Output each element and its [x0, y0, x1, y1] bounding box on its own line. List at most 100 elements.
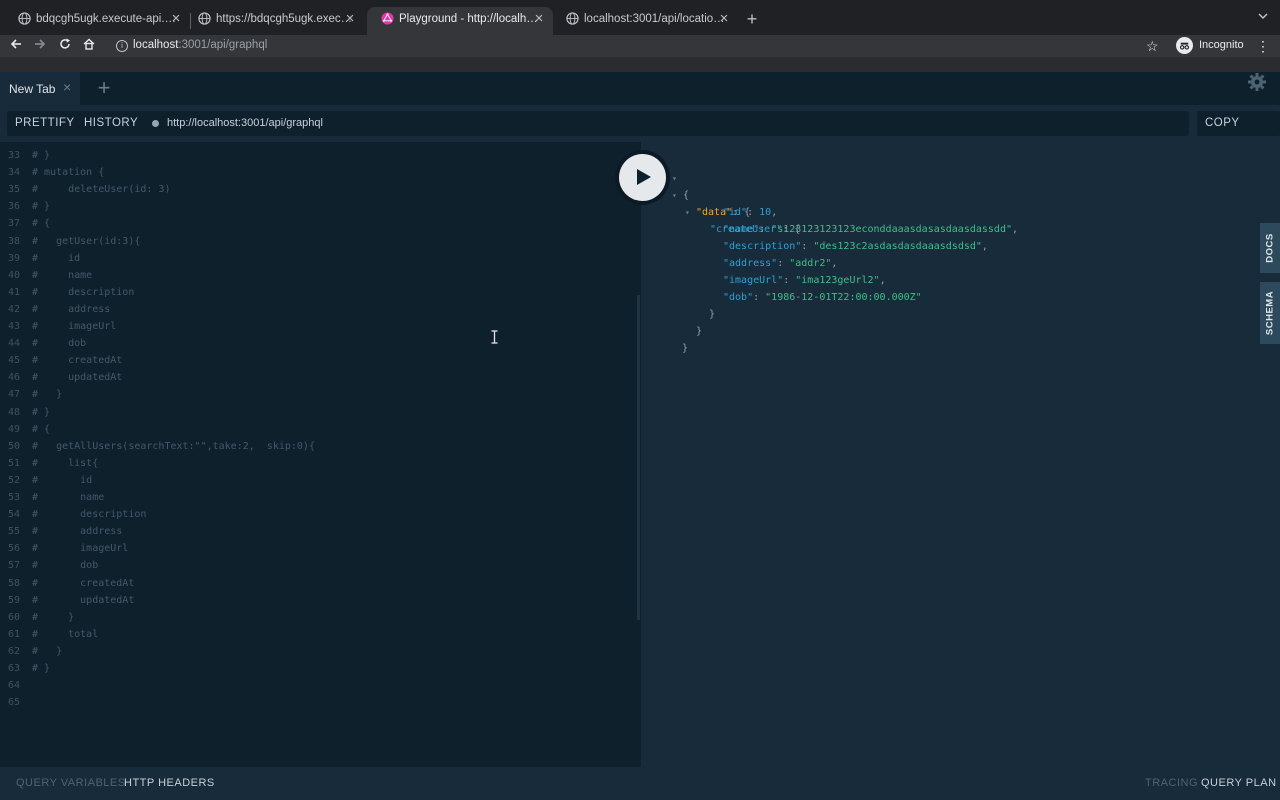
- site-info-icon[interactable]: i: [116, 40, 128, 52]
- tab-close-icon[interactable]: ×: [168, 7, 184, 31]
- browser-tab[interactable]: bdqcgh5ugk.execute-api.us-e ×: [4, 7, 190, 35]
- bookmark-star-icon[interactable]: ☆: [1146, 35, 1159, 57]
- line-number: 35: [7, 184, 20, 196]
- query-editor[interactable]: 33 # } 34 # mutation { 35 # deleteUser(id: 3)…: [0, 142, 641, 767]
- editor-line[interactable]: 53 # name: [0, 489, 104, 506]
- editor-line[interactable]: 41 # description: [0, 284, 134, 301]
- tab-close-icon[interactable]: ×: [716, 7, 732, 31]
- json-brace: }: [696, 326, 703, 337]
- line-number: 45: [7, 355, 20, 367]
- add-playground-tab-button[interactable]: +: [92, 76, 116, 100]
- line-number: 60: [7, 611, 20, 623]
- editor-line[interactable]: 64: [0, 677, 32, 694]
- editor-line-text: # name: [32, 492, 105, 503]
- editor-line[interactable]: 44 # dob: [0, 335, 86, 352]
- editor-line[interactable]: 50 # getAllUsers(searchText:"",take:2, sk…: [0, 438, 315, 455]
- editor-line[interactable]: 42 # address: [0, 301, 110, 318]
- home-icon[interactable]: [78, 35, 100, 57]
- editor-line[interactable]: 55 # address: [0, 523, 122, 540]
- editor-line[interactable]: 46 # updatedAt: [0, 369, 122, 386]
- graphql-icon: [380, 12, 394, 26]
- json-key: "imageUrl": [723, 275, 784, 286]
- json-value: "des123c2asdasdasdaaasdsdsd": [813, 241, 982, 252]
- playground-tab[interactable]: New Tab ×: [0, 72, 80, 105]
- json-value: 10: [759, 207, 772, 218]
- result-field-line: "name": "s123123123123econddaaasdasasdaa…: [723, 224, 1019, 235]
- line-number: 38: [7, 235, 20, 247]
- line-number: 55: [7, 526, 20, 538]
- editor-line-text: # }: [32, 611, 75, 623]
- editor-line[interactable]: 47 # }: [0, 386, 62, 403]
- line-number: 43: [7, 321, 20, 332]
- editor-line[interactable]: 52 # id: [0, 472, 92, 489]
- editor-line[interactable]: 51 # list{: [0, 455, 98, 472]
- editor-line[interactable]: 63 # }: [0, 660, 50, 677]
- result-line: ▾ {: [641, 153, 941, 201]
- line-number: 46: [7, 372, 20, 384]
- playground-tab-close-icon[interactable]: ×: [63, 79, 71, 95]
- forward-arrow-icon[interactable]: [29, 35, 51, 57]
- fold-arrow-icon[interactable]: ▾: [685, 204, 690, 221]
- prettify-button[interactable]: PRETTIFY: [7, 111, 83, 136]
- endpoint-input[interactable]: http://localhost:3001/api/graphql: [144, 111, 1189, 136]
- editor-line[interactable]: 62 # }: [0, 643, 62, 660]
- editor-line[interactable]: 57 # dob: [0, 557, 98, 574]
- editor-line[interactable]: 54 # description: [0, 506, 146, 523]
- line-number: 34: [7, 167, 20, 179]
- docs-tab[interactable]: DOCS: [1260, 223, 1280, 273]
- address-bar[interactable]: i localhost:3001/api/graphql: [108, 36, 1168, 56]
- editor-line[interactable]: 65: [0, 694, 32, 711]
- editor-line[interactable]: 56 # imageUrl: [0, 540, 128, 557]
- execute-query-button[interactable]: [619, 154, 666, 201]
- connection-status-dot: [152, 120, 159, 127]
- browser-content-top-edge: [0, 57, 1280, 72]
- tab-search-icon[interactable]: [1258, 10, 1268, 24]
- http-headers-tab[interactable]: HTTP HEADERS: [124, 777, 215, 789]
- copy-curl-button[interactable]: COPY CURL: [1197, 111, 1280, 154]
- editor-scrollbar[interactable]: [637, 295, 640, 620]
- editor-line[interactable]: 39 # id: [0, 250, 80, 267]
- settings-gear-icon[interactable]: [1246, 72, 1268, 94]
- globe-icon: [565, 12, 579, 26]
- globe-icon: [197, 12, 211, 26]
- editor-line[interactable]: 43 # imageUrl: [0, 318, 116, 335]
- editor-line[interactable]: 35 # deleteUser(id: 3): [0, 181, 171, 198]
- tab-close-icon[interactable]: ×: [531, 7, 547, 31]
- line-number: 63: [7, 663, 20, 674]
- tracing-tab[interactable]: TRACING: [1145, 777, 1198, 789]
- editor-line[interactable]: 45 # createdAt: [0, 352, 122, 369]
- editor-line[interactable]: 40 # name: [0, 267, 92, 284]
- editor-line[interactable]: 48 # }: [0, 404, 50, 421]
- result-line: }: [696, 323, 702, 340]
- browser-tab[interactable]: localhost:3001/api/location?ac ×: [552, 7, 738, 35]
- editor-line-text: # mutation {: [32, 167, 105, 179]
- editor-line-text: # description: [32, 509, 147, 521]
- query-plan-tab[interactable]: QUERY PLAN: [1201, 777, 1277, 789]
- reload-icon[interactable]: [54, 35, 76, 57]
- browser-menu-icon[interactable]: ⋮: [1256, 35, 1270, 57]
- editor-line[interactable]: 34 # mutation {: [0, 164, 104, 181]
- line-number: 58: [7, 577, 20, 589]
- new-tab-button[interactable]: +: [742, 9, 762, 29]
- editor-line-text: # address: [32, 303, 111, 315]
- schema-tab[interactable]: SCHEMA: [1260, 282, 1280, 344]
- editor-line[interactable]: 38 # getUser(id:3){: [0, 233, 140, 250]
- line-number: 59: [7, 594, 20, 606]
- browser-tab[interactable]: https://bdqcgh5ugk.execute-a ×: [184, 7, 364, 35]
- address-bar-url: localhost:3001/api/graphql: [133, 39, 267, 51]
- editor-line[interactable]: 49 # {: [0, 421, 50, 438]
- editor-line[interactable]: 37 # {: [0, 215, 50, 232]
- editor-line[interactable]: 36 # }: [0, 198, 50, 215]
- editor-line[interactable]: 59 # updatedAt: [0, 592, 134, 609]
- history-button[interactable]: HISTORY: [76, 111, 147, 136]
- query-variables-tab[interactable]: QUERY VARIABLES: [16, 777, 126, 789]
- editor-line-text: # }: [32, 389, 63, 401]
- browser-tab-active[interactable]: Playground - http://localhost:3 ×: [367, 7, 553, 35]
- back-arrow-icon[interactable]: [5, 35, 27, 57]
- editor-line[interactable]: 58 # createdAt: [0, 575, 134, 592]
- tab-close-icon[interactable]: ×: [342, 7, 358, 31]
- editor-line[interactable]: 60 # }: [0, 609, 74, 626]
- editor-line[interactable]: 33 # }: [0, 147, 50, 164]
- editor-line-text: # dob: [32, 338, 87, 350]
- editor-line[interactable]: 61 # total: [0, 626, 98, 643]
